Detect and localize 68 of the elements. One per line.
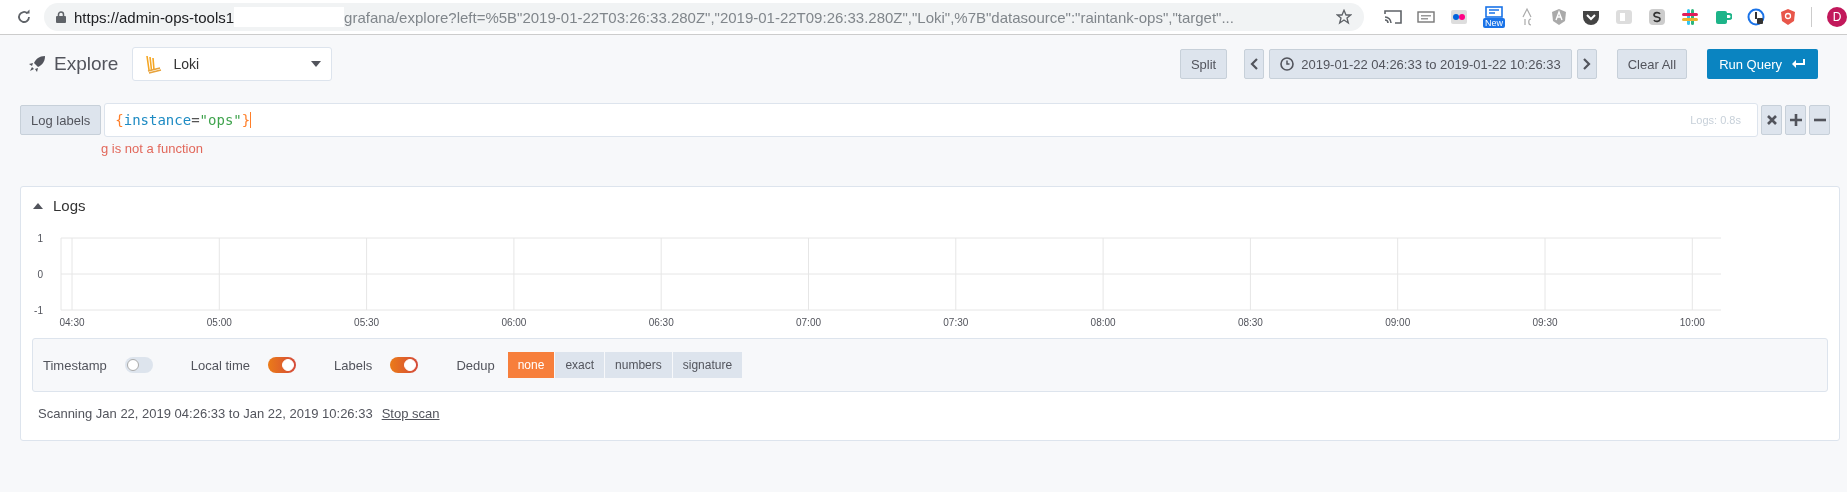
- error-message: g is not a function: [100, 140, 204, 156]
- switch-label: Timestamp: [43, 357, 107, 373]
- datasource-picker[interactable]: Loki: [132, 47, 333, 81]
- axis-label: 1: [37, 233, 43, 244]
- avatar[interactable]: D: [1827, 7, 1847, 27]
- axis-label: 05:00: [206, 317, 232, 328]
- time-range-button[interactable]: 2019-01-22 04:26:33 to 2019-01-22 10:26:33: [1269, 49, 1572, 79]
- toggle-switch[interactable]: [124, 357, 153, 373]
- back-button[interactable]: [1244, 49, 1265, 79]
- mug-icon[interactable]: [1714, 8, 1732, 26]
- dedup-label: Dedup: [456, 357, 495, 373]
- pocket-icon[interactable]: [1582, 9, 1600, 25]
- lock-icon: [56, 11, 66, 23]
- url-text: https://admin-ops-tools1: [74, 8, 235, 26]
- axis-label: 04:30: [59, 317, 85, 328]
- clear-all-button[interactable]: Clear All: [1616, 49, 1688, 79]
- axis-label: 07:30: [943, 317, 969, 328]
- axis-label: 08:00: [1090, 317, 1116, 328]
- address-bar[interactable]: https://admin-ops-tools1 grafana/explore?left=%5B"2019-01-22T03:26:33.280Z","2019-01-22T09:26:33.280Z","Loki",%7B"datasource":"raintank-ops","target"...: [44, 3, 1364, 31]
- axis-label: 0: [37, 269, 43, 280]
- run-query-button[interactable]: Run Query: [1707, 49, 1818, 79]
- axis-label: 09:30: [1532, 317, 1558, 328]
- switch-label: Local time: [190, 357, 251, 373]
- extension-icon[interactable]: [1450, 9, 1468, 25]
- new-badge: New: [1483, 18, 1505, 28]
- log-labels-button[interactable]: Log labels: [20, 105, 102, 135]
- extension-icon[interactable]: [1648, 8, 1666, 26]
- stop-scan-link[interactable]: Stop scan: [381, 406, 440, 421]
- axis-label: 09:00: [1385, 317, 1411, 328]
- forward-button[interactable]: [1576, 49, 1597, 79]
- toggle-switch[interactable]: [390, 357, 419, 373]
- url-text: grafana/explore?left=%5B"2019-01-22T03:26:33.280Z","2019-01-22T09:26:33.280Z","Loki",%7B"datasource":"raintank-ops","target"...: [344, 8, 1234, 26]
- loki-logo-icon: [143, 54, 164, 74]
- logs-toggle[interactable]: Logs: [21, 187, 98, 224]
- axis-label: 10:00: [1679, 317, 1705, 328]
- axis-label: 06:30: [648, 317, 674, 328]
- caret-icon: [33, 202, 43, 209]
- switch-label: Labels: [334, 357, 373, 373]
- caret-icon: [311, 61, 322, 67]
- shield-icon[interactable]: [1780, 8, 1796, 26]
- slack-icon[interactable]: [1681, 8, 1699, 26]
- remove-row-button[interactable]: [1809, 105, 1830, 135]
- cast-icon[interactable]: [1384, 10, 1402, 24]
- dedup-option[interactable]: signature: [672, 352, 743, 378]
- chevron-right-icon: [1582, 58, 1591, 70]
- close-icon: [1766, 115, 1777, 125]
- page-title: Explore: [54, 53, 119, 75]
- axis-label: -1: [34, 305, 43, 316]
- axis-label: 07:00: [796, 317, 821, 328]
- enter-icon: [1792, 59, 1806, 69]
- plus-icon: [1789, 114, 1802, 126]
- axis-label: 05:30: [354, 317, 380, 328]
- dedup-option[interactable]: exact: [555, 352, 605, 378]
- clock-icon: [1280, 57, 1295, 71]
- rocket-icon: [28, 55, 46, 73]
- add-query-button[interactable]: [1785, 105, 1806, 135]
- chevron-left-icon: [1250, 58, 1259, 70]
- scan-status: Scanning Jan 22, 2019 04:26:33 to Jan 22, 2019 10:26:33: [38, 406, 373, 421]
- axis-label: 06:00: [501, 317, 527, 328]
- axis-label: 08:30: [1237, 317, 1263, 328]
- extension-icon[interactable]: [1747, 8, 1765, 26]
- query-field[interactable]: {instance="ops"} Logs: 0.8s: [104, 103, 1758, 137]
- split-button[interactable]: Split: [1179, 49, 1228, 79]
- reload-icon[interactable]: [16, 9, 32, 25]
- toggle-switch[interactable]: [268, 357, 297, 373]
- dedup-option[interactable]: numbers: [605, 352, 672, 378]
- remove-query-button[interactable]: [1761, 105, 1782, 135]
- star-icon[interactable]: [1336, 9, 1352, 25]
